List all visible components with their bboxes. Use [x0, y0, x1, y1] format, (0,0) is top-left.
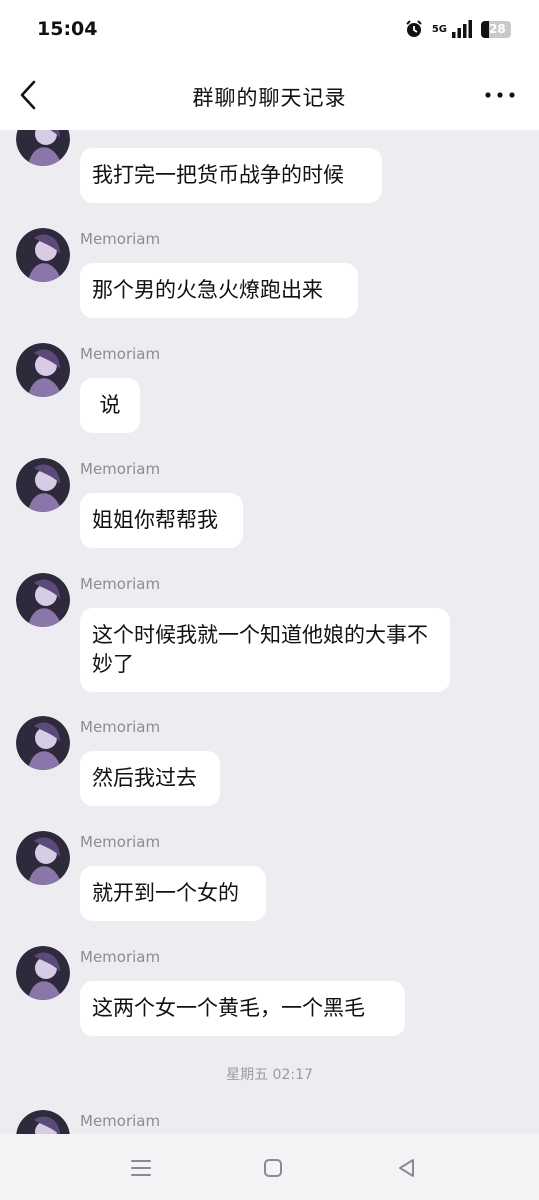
avatar[interactable] [16, 228, 70, 282]
signal-icon [452, 20, 472, 38]
message-bubble[interactable]: 这两个女一个黄毛，一个黑毛 [80, 981, 405, 1036]
avatar[interactable] [16, 1110, 70, 1134]
sender-name: Memoriam [80, 230, 161, 248]
sender-name: Memoriam [80, 948, 161, 966]
avatar[interactable] [16, 343, 70, 397]
message-bubble[interactable]: 就开到一个女的 [80, 866, 266, 921]
message-bubble[interactable]: 我打完一把货币战争的时候 [80, 148, 382, 203]
message-timestamp: 星期五 02:17 [226, 1067, 313, 1083]
sender-name: Memoriam [80, 345, 161, 363]
sender-name: Memoriam [80, 718, 161, 736]
home-icon[interactable] [259, 1154, 287, 1182]
avatar[interactable] [16, 946, 70, 1000]
header: 群聊的聊天记录 [0, 60, 539, 130]
system-navigation-bar [0, 1134, 539, 1200]
avatar[interactable] [16, 458, 70, 512]
sender-name: Memoriam [80, 575, 161, 593]
status-time: 15:04 [37, 18, 98, 40]
chat-history[interactable]: 我打完一把货币战争的时候 Memoriam 那个男的火急火燎跑出来 Memori… [0, 130, 539, 1134]
avatar[interactable] [16, 573, 70, 627]
back-nav-icon[interactable] [392, 1154, 420, 1182]
avatar[interactable] [16, 130, 70, 166]
message-bubble[interactable]: 这个时候我就一个知道他娘的大事不妙了 [80, 608, 450, 692]
battery-level: 28 [489, 21, 506, 36]
network-type: 5G [431, 23, 447, 35]
message-bubble[interactable]: 姐姐你帮帮我 [80, 493, 243, 548]
message-bubble[interactable]: 那个男的火急火燎跑出来 [80, 263, 358, 318]
avatar[interactable] [16, 716, 70, 770]
more-options-icon[interactable] [483, 84, 517, 106]
message-bubble[interactable]: 然后我过去 [80, 751, 220, 806]
menu-icon[interactable] [127, 1154, 155, 1182]
page-title: 群聊的聊天记录 [192, 86, 347, 110]
alarm-icon [406, 20, 422, 37]
avatar[interactable] [16, 831, 70, 885]
sender-name: Memoriam [80, 460, 161, 478]
sender-name: Memoriam [80, 1112, 161, 1130]
battery-icon: 28 [481, 20, 511, 38]
status-bar: 15:04 5G 28 [0, 0, 539, 60]
status-icons: 5G 28 [404, 19, 511, 39]
message-bubble[interactable]: 说 [80, 378, 140, 433]
sender-name: Memoriam [80, 833, 161, 851]
